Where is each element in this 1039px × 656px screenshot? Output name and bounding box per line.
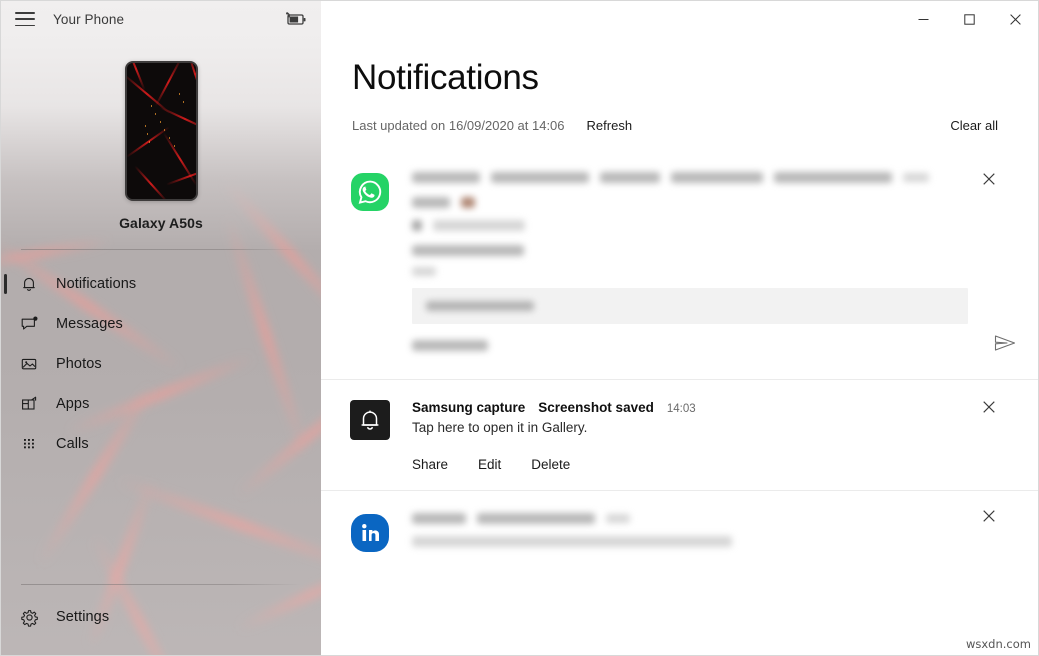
sidebar-item-notifications[interactable]: Notifications [1, 264, 321, 304]
page-title: Notifications [352, 58, 539, 97]
clear-all-button[interactable]: Clear all [950, 118, 998, 133]
notification-item-whatsapp[interactable] [321, 156, 1038, 379]
redacted-notification-text [412, 535, 968, 547]
notification-text: Tap here to open it in Gallery. [412, 419, 588, 435]
notification-app-name: Samsung capture [412, 399, 526, 415]
notification-body [412, 512, 1038, 553]
sidebar-item-calls[interactable]: Calls [1, 424, 321, 464]
sidebar-nav: Notifications Messages Photos Apps Calls [1, 264, 321, 584]
refresh-button[interactable]: Refresh [587, 118, 633, 133]
redacted-sender-name [412, 244, 968, 256]
last-updated-text: Last updated on 16/09/2020 at 14:06 [352, 117, 565, 133]
reply-placeholder-redacted [426, 300, 534, 311]
dismiss-notification-button[interactable] [976, 166, 1002, 192]
device-name: Galaxy A50s [119, 215, 203, 231]
redacted-notification-line [412, 339, 488, 351]
close-button[interactable] [992, 1, 1038, 37]
device-preview[interactable]: Galaxy A50s [1, 37, 321, 231]
linkedin-icon [350, 513, 390, 553]
sidebar-item-photos[interactable]: Photos [1, 344, 321, 384]
battery-charging-icon [283, 12, 307, 26]
sidebar-item-settings[interactable]: Settings [1, 597, 321, 637]
notification-time: 14:03 [666, 402, 696, 415]
reply-input[interactable] [412, 287, 968, 324]
photo-icon [19, 354, 39, 374]
redacted-notification-line [412, 196, 968, 208]
redacted-notification-header [412, 512, 968, 524]
notification-actions: Share Edit Delete [412, 457, 968, 472]
send-paper-plane-icon[interactable] [994, 334, 1016, 357]
dismiss-notification-button[interactable] [976, 394, 1002, 420]
hamburger-icon[interactable] [15, 12, 35, 26]
sidebar-item-apps[interactable]: Apps [1, 384, 321, 424]
redacted-notification-line [412, 219, 968, 231]
your-phone-window: Your Phone Galaxy A50s Notifications Mes… [0, 0, 1039, 656]
sidebar-divider [21, 249, 301, 250]
edit-action-button[interactable]: Edit [478, 457, 501, 472]
sidebar-item-label: Notifications [56, 276, 137, 292]
apps-grid-icon [19, 394, 39, 414]
bell-icon [350, 399, 390, 440]
share-action-button[interactable]: Share [412, 457, 448, 472]
watermark: wsxdn.com [962, 636, 1034, 652]
minimize-button[interactable] [900, 1, 946, 37]
maximize-button[interactable] [946, 1, 992, 37]
sidebar-item-label: Messages [56, 316, 123, 332]
app-title: Your Phone [53, 11, 125, 27]
phone-thumbnail[interactable] [124, 61, 198, 201]
notification-item-samsung-capture[interactable]: Samsung capture Screenshot saved 14:03 T… [321, 378, 1038, 490]
dismiss-notification-button[interactable] [976, 503, 1002, 529]
page-subheader: Last updated on 16/09/2020 at 14:06 Refr… [352, 118, 1038, 133]
sidebar-item-label: Calls [56, 436, 89, 452]
main-panel: Notifications Last updated on 16/09/2020… [321, 1, 1038, 655]
notification-item-linkedin[interactable] [321, 489, 1038, 567]
sidebar: Your Phone Galaxy A50s Notifications Mes… [1, 1, 321, 655]
redacted-notification-line [412, 266, 968, 276]
notification-body [412, 171, 1038, 357]
notification-list: Samsung capture Screenshot saved 14:03 T… [321, 156, 1038, 567]
window-controls [900, 1, 1038, 37]
sidebar-item-label: Apps [56, 396, 90, 412]
dialpad-icon [19, 434, 39, 454]
sidebar-titlebar: Your Phone [1, 1, 321, 37]
notification-body: Samsung capture Screenshot saved 14:03 T… [412, 400, 1038, 472]
whatsapp-icon [350, 172, 390, 212]
bell-icon [19, 274, 39, 294]
delete-action-button[interactable]: Delete [531, 457, 570, 472]
message-bubble-icon [19, 314, 39, 334]
sidebar-item-messages[interactable]: Messages [1, 304, 321, 344]
sidebar-item-label: Photos [56, 356, 102, 372]
redacted-notification-header [412, 171, 968, 183]
notification-title: Screenshot saved [538, 399, 654, 415]
unread-badge-dot [32, 316, 37, 321]
gear-icon [19, 607, 39, 627]
sidebar-item-label: Settings [56, 609, 110, 625]
